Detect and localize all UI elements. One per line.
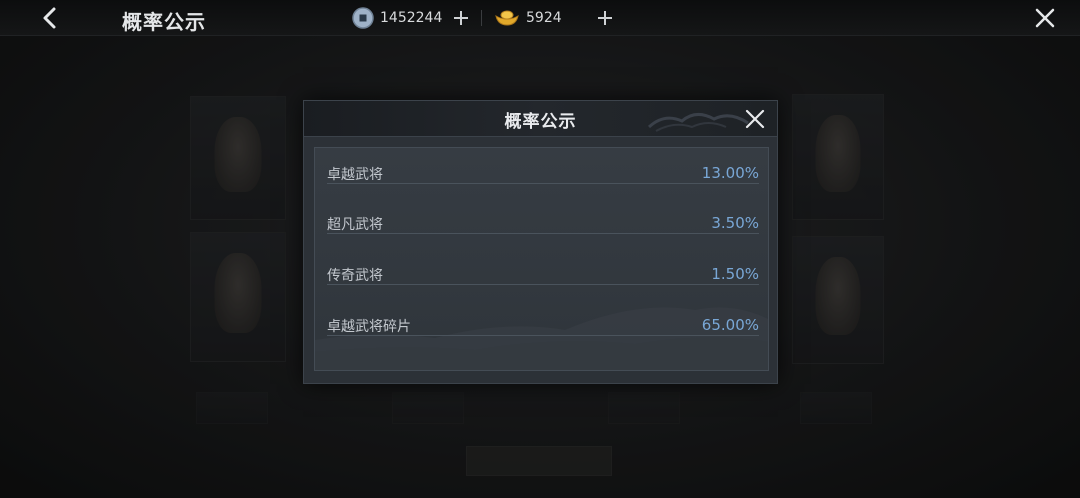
close-page-button[interactable] xyxy=(1030,4,1060,32)
close-icon xyxy=(1035,8,1055,28)
back-button[interactable] xyxy=(34,4,66,32)
modal-title: 概率公示 xyxy=(504,112,577,132)
list-item: 卓越武将碎片 65.00% xyxy=(327,300,759,336)
currency-divider xyxy=(481,10,482,26)
coin-currency: 1452244 xyxy=(352,7,442,29)
list-item: 超凡武将 3.50% xyxy=(327,198,759,234)
chevron-left-icon xyxy=(43,7,56,29)
list-item: 卓越武将 13.00% xyxy=(327,148,759,184)
coin-amount: 1452244 xyxy=(380,10,443,26)
probability-list: 卓越武将 13.00% 超凡武将 3.50% 传奇武将 1.50% 卓越武将碎片… xyxy=(314,147,769,371)
page-title: 概率公示 xyxy=(122,10,206,34)
list-item: 传奇武将 1.50% xyxy=(327,249,759,285)
probability-value: 1.50% xyxy=(711,265,759,283)
add-ingot-button[interactable] xyxy=(594,7,616,29)
probability-value: 65.00% xyxy=(701,316,759,334)
coin-icon xyxy=(352,7,374,29)
close-icon xyxy=(745,109,765,129)
ingot-amount: 5924 xyxy=(526,10,562,26)
rarity-label: 传奇武将 xyxy=(327,268,383,284)
top-bar: 概率公示 1452244 5924 xyxy=(0,0,1080,36)
gold-ingot-icon xyxy=(495,10,519,26)
add-coin-button[interactable] xyxy=(450,7,472,29)
game-screen: 概率公示 1452244 5924 概率公示 卓越武将 13.00% 超凡武将 … xyxy=(0,0,1080,498)
probability-modal: 概率公示 卓越武将 13.00% 超凡武将 3.50% 传奇武将 1.50% 卓… xyxy=(303,100,778,384)
probability-value: 13.00% xyxy=(701,164,759,182)
rarity-label: 超凡武将 xyxy=(327,217,383,233)
rarity-label: 卓越武将碎片 xyxy=(327,319,411,335)
ingot-currency: 5924 xyxy=(494,7,562,29)
modal-close-button[interactable] xyxy=(742,106,768,132)
rarity-label: 卓越武将 xyxy=(327,167,383,183)
modal-header: 概率公示 xyxy=(304,101,777,137)
probability-value: 3.50% xyxy=(711,214,759,232)
